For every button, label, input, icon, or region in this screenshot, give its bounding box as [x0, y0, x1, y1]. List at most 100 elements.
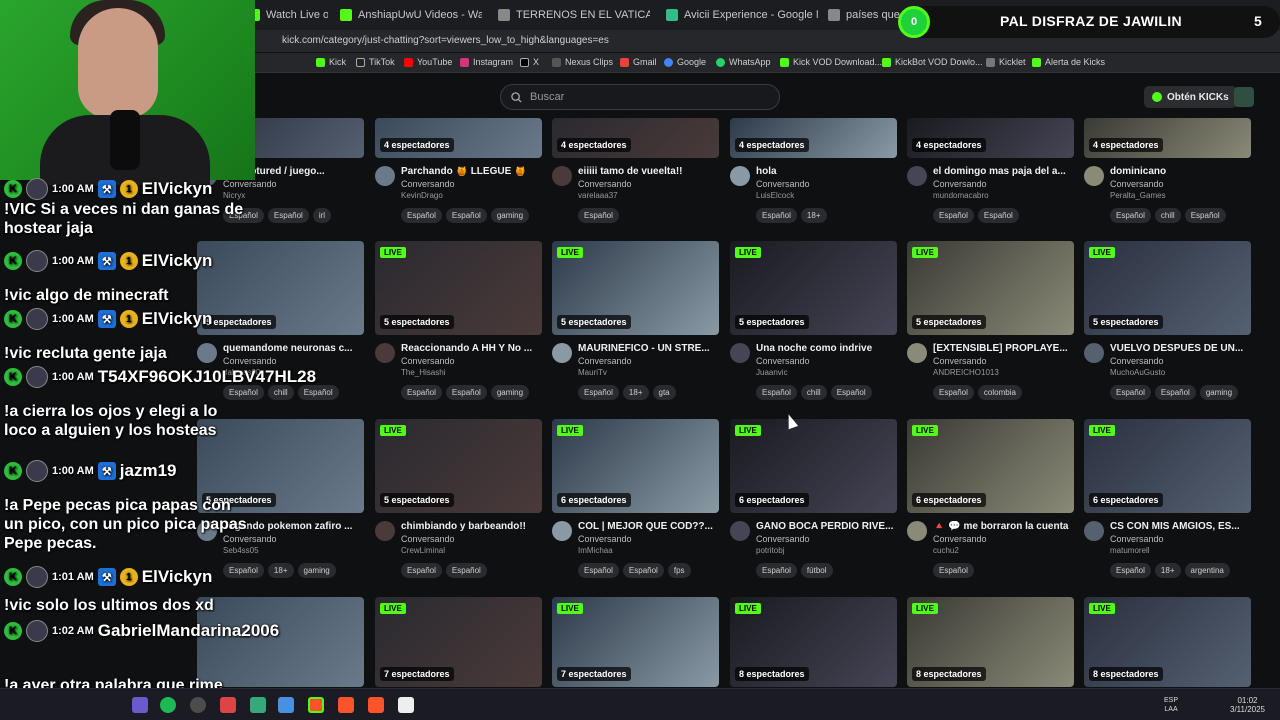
- tab-anshiap[interactable]: AnshiapUwU Videos - Watch On-De: [332, 4, 482, 26]
- stream-category[interactable]: Conversando: [1110, 356, 1250, 366]
- tag-chip[interactable]: Español: [401, 385, 442, 400]
- stream-thumbnail[interactable]: LIVE 7 espectadores: [552, 597, 719, 687]
- chat-username[interactable]: GabrielMandarina2006: [98, 621, 279, 641]
- tag-chip[interactable]: Español: [756, 208, 797, 223]
- channel-name[interactable]: Juaanvic: [756, 368, 896, 377]
- channel-name[interactable]: ANDREICHO1013: [933, 368, 1073, 377]
- chat-username[interactable]: ElVickyn: [142, 251, 213, 271]
- bookmark-alerta[interactable]: Alerta de Kicks: [1032, 57, 1105, 67]
- stream-card[interactable]: 4 espectadores eiiiii tamo de vueelta!! Co…: [552, 118, 719, 223]
- brave-icon[interactable]: [368, 697, 384, 713]
- channel-avatar[interactable]: [552, 521, 572, 541]
- tag-chip[interactable]: chill: [1154, 208, 1181, 223]
- stream-thumbnail[interactable]: LIVE 6 espectadores: [730, 419, 897, 513]
- stream-category[interactable]: Conversando: [756, 356, 896, 366]
- stream-thumbnail[interactable]: LIVE 8 espectadores: [907, 597, 1074, 687]
- tag-chip[interactable]: chill: [800, 385, 827, 400]
- tag-chip[interactable]: Español: [830, 385, 872, 400]
- stream-card[interactable]: LIVE 5 espectadores [EXTENSIBLE] PROPLAYE.…: [907, 241, 1074, 400]
- channel-avatar[interactable]: [552, 343, 572, 363]
- spotify-icon[interactable]: [160, 697, 176, 713]
- tag-chip[interactable]: Español: [401, 563, 442, 578]
- stream-thumbnail[interactable]: LIVE 6 espectadores: [552, 419, 719, 513]
- tag-chip[interactable]: Español: [933, 385, 974, 400]
- tag-chip[interactable]: gaming: [490, 385, 530, 400]
- channel-avatar[interactable]: [375, 343, 395, 363]
- stream-thumbnail[interactable]: LIVE 6 espectadores: [907, 419, 1074, 513]
- stream-card[interactable]: LIVE 7 espectadores: [552, 597, 719, 687]
- stream-card[interactable]: LIVE 8 espectadores: [1084, 597, 1251, 687]
- bookmark-google[interactable]: Google: [664, 57, 706, 67]
- tag-chip[interactable]: Español: [267, 208, 309, 223]
- tab-terrenos[interactable]: TERRENOS EN EL VATICANO - Busca: [490, 4, 650, 26]
- channel-avatar[interactable]: [907, 521, 927, 541]
- channel-name[interactable]: The_Hisashi: [401, 368, 541, 377]
- chat-username[interactable]: ElVickyn: [142, 567, 213, 587]
- stream-title[interactable]: COL | MEJOR QUE COD??...: [578, 521, 718, 532]
- tab-maps[interactable]: Avicii Experience - Google Maps: [658, 4, 818, 26]
- tag-chip[interactable]: Español: [977, 208, 1019, 223]
- channel-name[interactable]: CrewLiminal: [401, 546, 541, 555]
- stream-thumbnail[interactable]: 4 espectadores: [730, 118, 897, 158]
- stream-card[interactable]: 4 espectadores el domingo mas paja del a.…: [907, 118, 1074, 223]
- stream-title[interactable]: hola: [756, 166, 896, 177]
- chat-username[interactable]: jazm19: [120, 461, 177, 481]
- stream-title[interactable]: [EXTENSIBLE] PROPLAYE...: [933, 343, 1073, 354]
- stream-title[interactable]: Parchando 🍯 LLEGUE 🍯: [401, 166, 541, 177]
- stream-thumbnail[interactable]: LIVE 5 espectadores: [552, 241, 719, 335]
- tag-chip[interactable]: gaming: [1199, 385, 1239, 400]
- channel-avatar[interactable]: [907, 343, 927, 363]
- tag-chip[interactable]: irl: [312, 208, 332, 223]
- file-icon[interactable]: [398, 697, 414, 713]
- chat-username[interactable]: T54XF96OKJ10LBV47HL28: [98, 367, 316, 387]
- tag-chip[interactable]: Español: [622, 563, 664, 578]
- channel-name[interactable]: MauriTv: [578, 368, 718, 377]
- stream-title[interactable]: dominicano: [1110, 166, 1250, 177]
- app-icon[interactable]: [220, 697, 236, 713]
- stream-thumbnail[interactable]: LIVE 5 espectadores: [907, 241, 1074, 335]
- stream-thumbnail[interactable]: LIVE 5 espectadores: [730, 241, 897, 335]
- channel-name[interactable]: varelaaa37: [578, 191, 718, 200]
- app-icon[interactable]: [278, 697, 294, 713]
- channel-avatar[interactable]: [730, 521, 750, 541]
- tag-chip[interactable]: Español: [578, 385, 619, 400]
- tag-chip[interactable]: gta: [652, 385, 676, 400]
- stream-category[interactable]: Conversando: [401, 534, 541, 544]
- stream-card[interactable]: LIVE 8 espectadores: [907, 597, 1074, 687]
- stream-category[interactable]: Conversando: [1110, 179, 1250, 189]
- chat-username[interactable]: ElVickyn: [142, 179, 213, 199]
- channel-avatar[interactable]: [375, 166, 395, 186]
- tag-chip[interactable]: Español: [578, 563, 619, 578]
- channel-avatar[interactable]: [730, 166, 750, 186]
- stream-category[interactable]: Conversando: [756, 179, 896, 189]
- tag-chip[interactable]: 18+: [1154, 563, 1181, 578]
- tag-chip[interactable]: Español: [1110, 385, 1151, 400]
- channel-avatar[interactable]: [375, 521, 395, 541]
- channel-name[interactable]: KevinDrago: [401, 191, 541, 200]
- tag-chip[interactable]: Español: [445, 208, 487, 223]
- bookmark-whatsapp[interactable]: WhatsApp: [716, 57, 771, 67]
- bookmark-youtube[interactable]: YouTube: [404, 57, 452, 67]
- tag-chip[interactable]: 18+: [267, 563, 294, 578]
- stream-thumbnail[interactable]: LIVE 5 espectadores: [375, 419, 542, 513]
- tag-chip[interactable]: argentina: [1184, 563, 1230, 578]
- get-kicks-button[interactable]: Obtén KICKs: [1144, 86, 1237, 108]
- tag-chip[interactable]: Español: [1154, 385, 1196, 400]
- brave-icon[interactable]: [338, 697, 354, 713]
- tab-paises[interactable]: países que casi n... Busca: [820, 4, 900, 26]
- stream-title[interactable]: CS CON MIS AMGIOS, ES...: [1110, 521, 1250, 532]
- tag-chip[interactable]: Español: [1110, 563, 1151, 578]
- tag-chip[interactable]: Español: [445, 563, 487, 578]
- stream-card[interactable]: 4 espectadores Parchando 🍯 LLEGUE 🍯 Conver…: [375, 118, 542, 223]
- tag-chip[interactable]: Español: [1110, 208, 1151, 223]
- channel-avatar[interactable]: [907, 166, 927, 186]
- stream-title[interactable]: 🔺 💬 me borraron la cuenta: [933, 521, 1073, 532]
- channel-name[interactable]: LuisElcock: [756, 191, 896, 200]
- search-input[interactable]: Buscar: [500, 84, 780, 110]
- channel-avatar[interactable]: [730, 343, 750, 363]
- bookmark-kickbot[interactable]: KickBot VOD Dowlo...: [882, 57, 983, 67]
- stream-thumbnail[interactable]: 4 espectadores: [375, 118, 542, 158]
- stream-thumbnail[interactable]: 4 espectadores: [552, 118, 719, 158]
- bookmark-instagram[interactable]: Instagram: [460, 57, 513, 67]
- stream-card[interactable]: LIVE 5 espectadores VUELVO DESPUÉS DE UN..…: [1084, 241, 1251, 400]
